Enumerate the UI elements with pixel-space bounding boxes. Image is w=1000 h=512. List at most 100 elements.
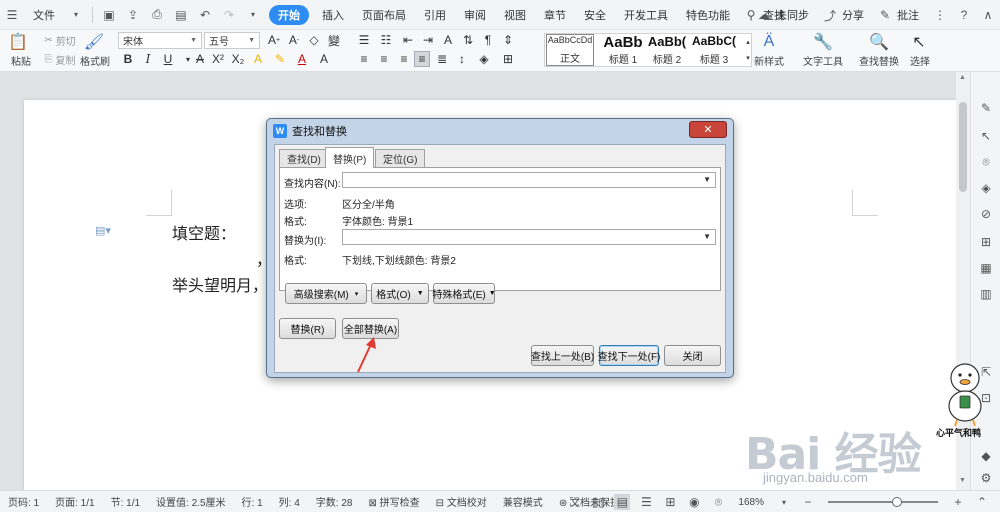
read-mode-icon[interactable]: ▯▯ — [590, 494, 606, 510]
close-button[interactable]: 关闭 — [664, 345, 721, 366]
tab-security[interactable]: 安全 — [575, 7, 615, 23]
tab-features[interactable]: 特色功能 — [677, 7, 739, 23]
special-format-button[interactable]: 特殊格式(E) ▼ — [432, 283, 496, 304]
align-center-icon[interactable]: ≡ — [376, 51, 392, 67]
style-heading-3[interactable]: AaBbC( 标题 3 — [690, 34, 738, 66]
wrench-icon[interactable]: 🔧 — [810, 32, 836, 52]
collapse-ribbon-icon[interactable]: ∧ — [980, 7, 996, 23]
spell-check-button[interactable]: ⊠ 拼写检查 — [360, 494, 427, 509]
style-heading-1[interactable]: AaBb 标题 1 — [600, 34, 646, 66]
replace-input[interactable]: ▼ — [342, 229, 716, 245]
collapse-icon[interactable]: ⌃ — [974, 494, 990, 510]
table-icon[interactable]: ⊞ — [978, 234, 994, 250]
text-tools-button[interactable]: 文字工具 — [798, 53, 848, 68]
distributed-icon[interactable]: ≣ — [434, 51, 450, 67]
style-normal[interactable]: AaBbCcDd 正文 — [546, 34, 594, 66]
paragraph-icon[interactable]: ▤▾ — [95, 224, 111, 237]
close-icon[interactable]: ✕ — [689, 121, 727, 138]
tab-page-layout[interactable]: 页面布局 — [353, 7, 415, 23]
shrink-font-icon[interactable]: A- — [286, 32, 302, 48]
undo-icon[interactable]: ↶ — [197, 7, 213, 23]
format-dropdown-button[interactable]: 格式(O) ▼ — [371, 283, 429, 304]
status-col[interactable]: 列: 4 — [271, 494, 308, 509]
fullscreen-icon[interactable]: ⛶ — [566, 494, 582, 510]
format-painter-icon[interactable]: 🖌 — [84, 32, 104, 52]
zoom-slider[interactable] — [828, 497, 938, 507]
find-replace-button[interactable]: 查找替换 — [854, 53, 904, 68]
save-icon[interactable]: ▣ — [101, 7, 117, 23]
find-input[interactable]: ▼ — [342, 172, 716, 188]
scroll-thumb[interactable] — [959, 102, 967, 192]
font-name-select[interactable]: 宋体 ▼ — [118, 32, 202, 49]
layers-icon[interactable]: ◆ — [978, 448, 994, 464]
chevron-down-icon[interactable]: ▾ — [245, 7, 261, 23]
tab-review[interactable]: 审阅 — [455, 7, 495, 23]
page-view-icon[interactable]: ▤ — [614, 494, 631, 510]
find-replace-icon[interactable]: 🔍 — [866, 32, 892, 52]
help-icon[interactable]: ? — [956, 7, 972, 23]
highlight-icon[interactable]: ✎ — [272, 51, 288, 67]
cut-button[interactable]: ✂ 剪切 — [40, 33, 80, 48]
italic-icon[interactable]: I — [140, 51, 156, 67]
edit-icon[interactable]: ✎ — [978, 100, 994, 116]
print-icon[interactable]: ⎙ — [149, 7, 165, 23]
zoom-level[interactable]: 168% — [730, 497, 772, 508]
chevron-down-icon[interactable]: ▼ — [703, 232, 711, 241]
chevron-down-icon[interactable]: ▾ — [68, 7, 84, 23]
tab-developer[interactable]: 开发工具 — [615, 7, 677, 23]
comment-button[interactable]: 批注 — [897, 7, 928, 23]
numbered-list-icon[interactable]: ☷ — [378, 32, 394, 48]
scroll-down-icon[interactable]: ▼ — [959, 477, 966, 484]
font-color-icon[interactable]: A — [294, 51, 310, 67]
sort-icon[interactable]: ⇅ — [460, 32, 476, 48]
chevron-down-icon[interactable]: ▼ — [703, 175, 711, 184]
text-format-icon[interactable]: 變 — [326, 32, 342, 48]
eye-protect-icon[interactable]: ◉ — [686, 494, 702, 510]
location-icon[interactable]: ⌾ — [978, 154, 994, 170]
export-icon[interactable]: ⇪ — [125, 7, 141, 23]
tab-insert[interactable]: 插入 — [313, 7, 353, 23]
tab-goto[interactable]: 定位(G) — [375, 149, 426, 167]
text-effect-icon[interactable]: A — [250, 51, 266, 67]
chinese-layout-icon[interactable]: A — [440, 32, 456, 48]
dialog-title-bar[interactable]: W 查找和替换 — [267, 119, 733, 143]
status-word-count[interactable]: 字数: 28 — [308, 494, 361, 509]
paste-icon[interactable]: 📋 — [8, 32, 28, 52]
border-icon[interactable]: ⊞ — [500, 51, 516, 67]
doc-proof-button[interactable]: ⊟ 文档校对 — [428, 494, 495, 509]
tab-section[interactable]: 章节 — [535, 7, 575, 23]
underline-icon[interactable]: U — [160, 51, 176, 67]
indent-icon[interactable]: ⇥ — [420, 32, 436, 48]
tab-replace[interactable]: 替换(P) — [325, 147, 375, 168]
zoom-in-icon[interactable]: + — [950, 494, 966, 510]
new-style-button[interactable]: 新样式 — [748, 53, 790, 68]
show-marks-icon[interactable]: ¶ — [480, 32, 496, 48]
cloud-sync-icon[interactable]: ☁ — [756, 7, 772, 23]
tab-view[interactable]: 视图 — [495, 7, 535, 23]
tab-home[interactable]: 开始 — [269, 4, 309, 25]
char-border-icon[interactable]: A — [316, 51, 332, 67]
share-button[interactable]: 分享 — [842, 7, 873, 23]
chart-icon[interactable]: ▥ — [978, 286, 994, 302]
tab-find[interactable]: 查找(D) — [279, 149, 329, 167]
align-left-icon[interactable]: ≡ — [356, 51, 372, 67]
cursor-icon[interactable]: ↖ — [908, 32, 930, 52]
grow-font-icon[interactable]: A + — [266, 32, 282, 48]
new-style-icon[interactable]: Ä — [756, 32, 782, 52]
justify-icon[interactable]: ≡ — [414, 51, 430, 67]
status-pages[interactable]: 页面: 1/1 — [47, 494, 102, 509]
chevron-down-icon[interactable]: ▾ — [776, 494, 792, 510]
font-size-select[interactable]: 五号 ▼ — [204, 32, 260, 49]
select-button[interactable]: 选择 — [904, 53, 936, 68]
status-row[interactable]: 行: 1 — [234, 494, 271, 509]
outline-view-icon[interactable]: ☰ — [638, 494, 654, 510]
more-icon[interactable]: ⋮ — [932, 7, 948, 23]
bold-icon[interactable]: B — [120, 51, 136, 67]
tag-icon[interactable]: ⊘ — [978, 206, 994, 222]
tab-references[interactable]: 引用 — [415, 7, 455, 23]
copy-button[interactable]: ⎘ 复制 — [40, 52, 80, 67]
find-previous-button[interactable]: 查找上一处(B) — [531, 345, 594, 366]
subscript-icon[interactable]: X₂ — [230, 51, 246, 67]
status-setting-value[interactable]: 设置值: 2.5厘米 — [148, 494, 233, 509]
comment-icon[interactable]: ✎ — [877, 7, 893, 23]
